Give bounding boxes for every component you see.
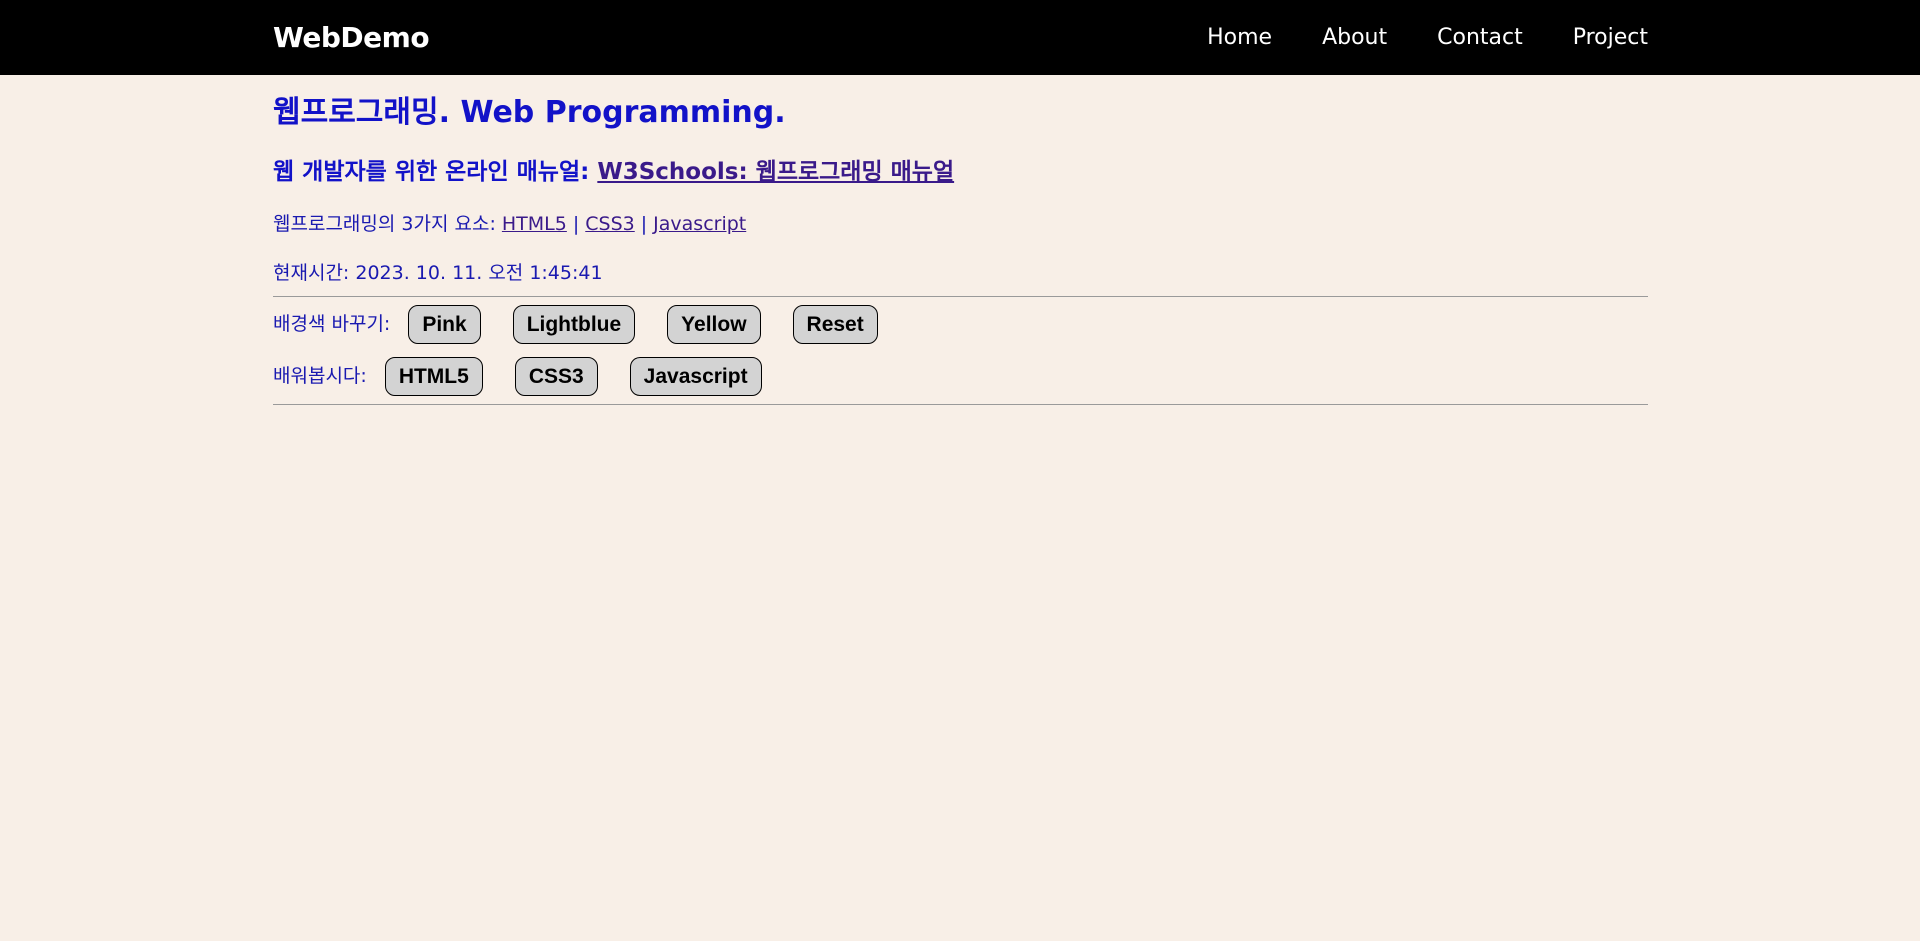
current-time-line: 현재시간: 2023. 10. 11. 오전 1:45:41: [273, 261, 1648, 286]
learn-css3-button[interactable]: CSS3: [514, 357, 598, 397]
learn-html5-button[interactable]: HTML5: [384, 357, 483, 397]
nav-link-project[interactable]: Project: [1573, 25, 1648, 50]
manual-heading: 웹 개발자를 위한 온라인 매뉴얼: W3Schools: 웹프로그래밍 매뉴얼: [273, 158, 1648, 188]
current-time-label: 현재시간:: [273, 261, 356, 284]
separator: |: [640, 212, 648, 235]
separator: |: [572, 212, 580, 235]
pink-button[interactable]: Pink: [408, 305, 481, 345]
current-time-value: 2023. 10. 11. 오전 1:45:41: [355, 261, 603, 284]
background-color-label: 배경색 바꾸기:: [273, 313, 391, 336]
nav-link-contact[interactable]: Contact: [1437, 25, 1523, 50]
elements-line: 웹프로그래밍의 3가지 요소: HTML5 | CSS3 | Javascript: [273, 212, 1648, 237]
javascript-link[interactable]: Javascript: [653, 213, 746, 235]
top-divider: [273, 296, 1648, 298]
nav-menu: Home About Contact Project: [1157, 25, 1648, 50]
brand-logo-link[interactable]: WebDemo: [273, 21, 430, 54]
w3schools-link[interactable]: W3Schools: 웹프로그래밍 매뉴얼: [597, 159, 954, 185]
learn-javascript-button[interactable]: Javascript: [629, 357, 762, 397]
reset-button[interactable]: Reset: [792, 305, 878, 345]
learn-label: 배워봅시다:: [273, 365, 367, 388]
navbar-inner: WebDemo Home About Contact Project: [273, 0, 1648, 75]
learn-controls: 배워봅시다: HTML5 CSS3 Javascript: [273, 357, 1648, 397]
bottom-divider: [273, 404, 1648, 406]
nav-link-about[interactable]: About: [1322, 25, 1387, 50]
page-title: 웹프로그래밍. Web Programming.: [273, 95, 786, 130]
top-navbar: WebDemo Home About Contact Project: [0, 0, 1920, 75]
yellow-button[interactable]: Yellow: [667, 305, 761, 345]
elements-label: 웹프로그래밍의 3가지 요소:: [273, 212, 502, 235]
main-content: 웹프로그래밍. Web Programming. 웹 개발자를 위한 온라인 매…: [273, 75, 1648, 406]
nav-link-home[interactable]: Home: [1207, 25, 1272, 50]
css3-link[interactable]: CSS3: [585, 213, 634, 235]
lightblue-button[interactable]: Lightblue: [512, 305, 636, 345]
html5-link[interactable]: HTML5: [502, 213, 567, 235]
manual-heading-text: 웹 개발자를 위한 온라인 매뉴얼:: [273, 159, 598, 185]
background-color-controls: 배경색 바꾸기: Pink Lightblue Yellow Reset: [273, 305, 1648, 345]
